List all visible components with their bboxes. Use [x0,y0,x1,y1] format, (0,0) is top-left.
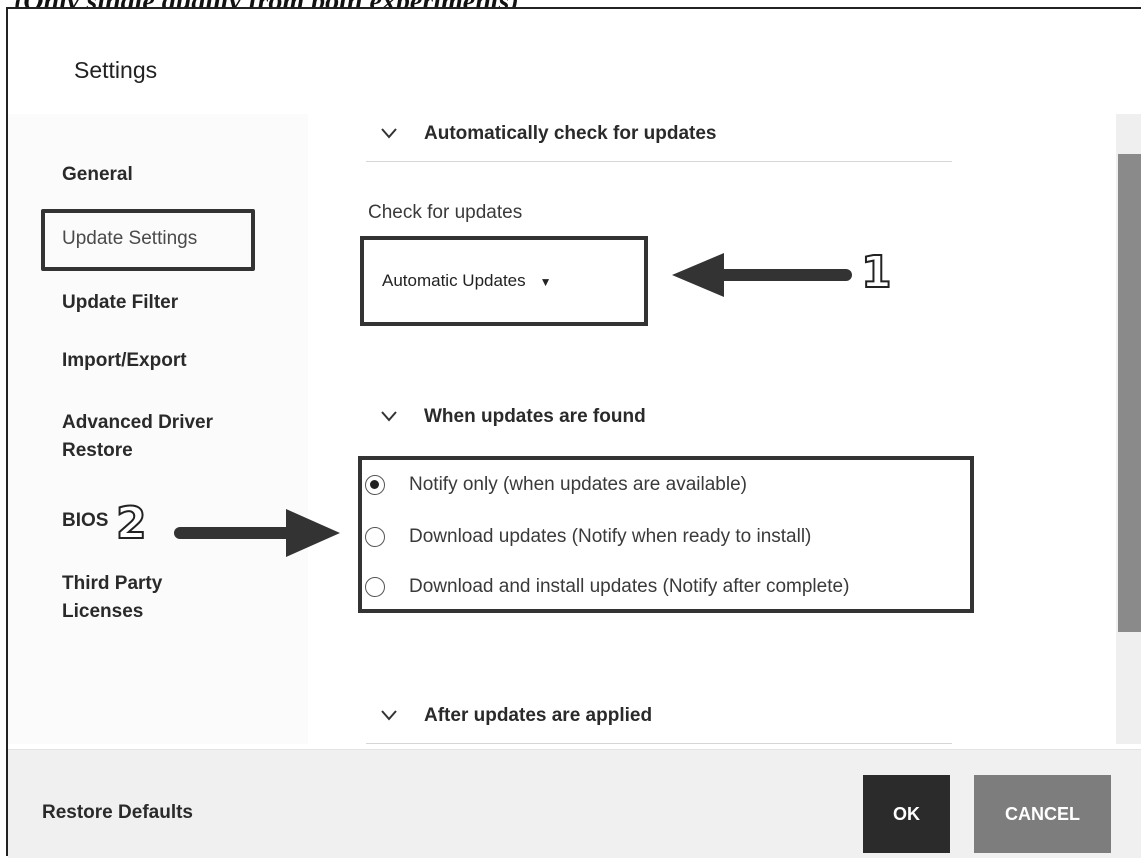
scrollbar-thumb[interactable] [1118,154,1141,632]
sidebar-item-advanced-driver-restore[interactable]: Advanced Driver Restore [62,409,262,465]
arrow-right-icon [174,509,340,557]
dropdown-value: Automatic Updates [382,271,526,290]
sidebar-item-third-party-licenses[interactable]: Third Party Licenses [62,570,242,626]
radio-label: Download and install updates (Notify aft… [409,576,850,597]
divider [366,161,952,162]
radio-unchecked-icon [365,577,385,597]
section-after-applied-header[interactable]: After updates are applied [380,705,652,727]
chevron-down-icon [380,705,424,727]
ok-button[interactable]: OK [863,775,950,853]
sidebar-item-import-export[interactable]: Import/Export [62,347,187,375]
restore-defaults-link[interactable]: Restore Defaults [42,802,193,824]
radio-label: Download updates (Notify when ready to i… [409,526,812,547]
callout-number-2: 2 [115,498,148,549]
check-for-updates-label: Check for updates [368,202,523,223]
sidebar-item-bios[interactable]: BIOS [62,507,108,535]
arrow-left-icon [672,253,852,297]
radio-checked-icon [365,475,385,495]
section-auto-check-header[interactable]: Automatically check for updates [380,123,716,145]
section-when-found-title: When updates are found [424,406,646,428]
section-after-applied-title: After updates are applied [424,705,653,727]
check-for-updates-dropdown[interactable]: Automatic Updates ▼ [382,261,552,301]
radio-unchecked-icon [365,527,385,547]
section-when-found-header[interactable]: When updates are found [380,406,646,428]
sidebar-item-update-filter[interactable]: Update Filter [62,289,178,317]
divider [366,743,952,744]
chevron-down-icon [380,406,424,428]
section-auto-check-title: Automatically check for updates [424,123,717,145]
caret-down-icon: ▼ [539,274,552,289]
settings-dialog: Settings General Update Settings Update … [6,7,1141,858]
callout-number-1: 1 [860,247,893,298]
radio-label: Notify only (when updates are available) [409,474,747,495]
cancel-button[interactable]: CANCEL [974,775,1111,853]
chevron-down-icon [380,123,424,145]
sidebar-item-general[interactable]: General [62,161,133,189]
highlight-box-update-settings [41,209,255,271]
dialog-title: Settings [74,57,158,83]
dialog-footer: Restore Defaults OK CANCEL [8,749,1141,858]
